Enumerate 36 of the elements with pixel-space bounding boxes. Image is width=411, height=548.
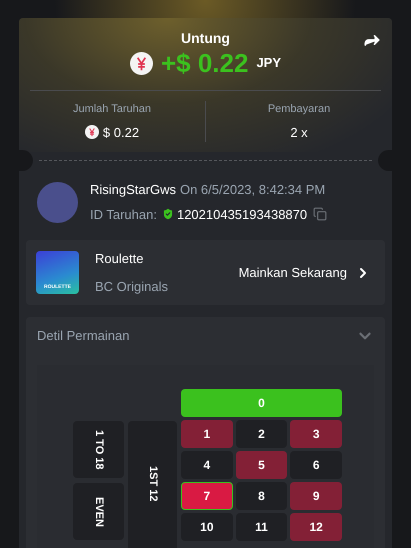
verified-shield-icon [160, 207, 175, 222]
number-cell: 3 [290, 420, 342, 448]
result-title: Untung [181, 29, 230, 48]
bet-id: 120210435193438870 [176, 206, 308, 224]
bet-id-label: ID Taruhan: [90, 206, 157, 224]
number-cell: 8 [236, 482, 288, 510]
currency-label: JPY [256, 54, 282, 72]
game-provider: BC Originals [95, 278, 168, 296]
number-cell: 2 [236, 420, 288, 448]
yen-coin-icon [84, 125, 99, 140]
number-cell: 6 [290, 451, 342, 479]
number-cell: 5 [236, 451, 288, 479]
stat-label: Pembayaran [268, 102, 330, 117]
outside-bet-cell: EVEN [73, 483, 124, 540]
number-cell: 10 [181, 513, 233, 541]
stat-value: $ 0.22 [102, 124, 140, 142]
bet-time: On 6/5/2023, 8:42:34 PM [180, 181, 326, 199]
copy-button[interactable] [313, 207, 328, 222]
stat-label: Jumlah Taruhan [72, 102, 152, 117]
number-cell: 12 [290, 513, 342, 541]
profit-amount: +$ 0.22 [160, 50, 248, 76]
number-cell: 4 [181, 451, 233, 479]
number-cell: 7 [181, 482, 233, 510]
play-now-link[interactable]: Mainkan Sekarang [238, 262, 371, 282]
dozen-bet-cell: 1ST 12 [128, 421, 177, 548]
outside-bet-cell: 1 TO 18 [73, 421, 124, 478]
number-cell: 1 [181, 420, 233, 448]
stat-value: 2 x [290, 124, 308, 142]
details-header[interactable]: Detil Permainan [26, 317, 385, 355]
number-cell: 9 [290, 482, 342, 510]
yen-coin-icon [130, 52, 153, 74]
zero-cell: 0 [181, 389, 342, 417]
number-cell: 11 [236, 513, 288, 541]
username: RisingStarGws [90, 181, 176, 199]
avatar [37, 182, 78, 222]
game-title: Roulette [95, 250, 144, 268]
